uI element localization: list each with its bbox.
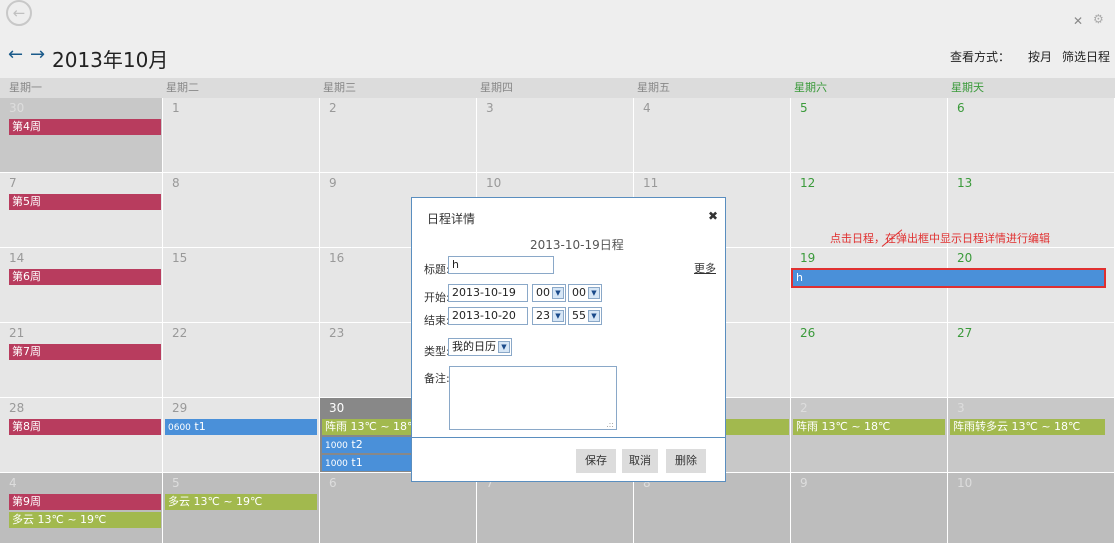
day-cell[interactable]: 22: [163, 323, 320, 398]
event-item[interactable]: 1000 t2: [322, 437, 412, 453]
weather-badge: [726, 419, 789, 435]
day-cell[interactable]: 27: [948, 323, 1115, 398]
start-hour-select[interactable]: 00 ▼: [532, 284, 566, 302]
type-label: 类型:: [424, 345, 450, 358]
day-cell[interactable]: 3: [477, 98, 634, 173]
day-cell[interactable]: 6: [948, 98, 1115, 173]
end-minute-select[interactable]: 55 ▼: [568, 307, 602, 325]
weather-badge: 阵雨 13℃ ~ 18℃: [322, 419, 422, 435]
chevron-down-icon: ▼: [552, 287, 564, 299]
day-cell[interactable]: 10: [948, 473, 1115, 544]
delete-button[interactable]: 删除: [666, 449, 706, 473]
event-item[interactable]: 1000 t1: [322, 455, 412, 471]
day-cell[interactable]: 6: [320, 473, 477, 544]
day-cell[interactable]: 15: [163, 248, 320, 323]
title-input[interactable]: h: [448, 256, 554, 274]
week-label: 第4周: [9, 119, 161, 135]
weather-badge: 阵雨转多云 13℃ ~ 18℃: [950, 419, 1105, 435]
start-minute-select[interactable]: 00 ▼: [568, 284, 602, 302]
window-bar: ← ✕ ⚙: [0, 0, 1115, 34]
note-label: 备注:: [424, 372, 450, 385]
save-button[interactable]: 保存: [576, 449, 616, 473]
week-label: 第6周: [9, 269, 161, 285]
weekday-header: 星期一: [0, 78, 157, 98]
week-label: 第5周: [9, 194, 161, 210]
title-label: 标题:: [424, 263, 450, 276]
right-arrow-icon[interactable]: →: [30, 44, 45, 65]
type-select[interactable]: 我的日历 ▼: [448, 338, 512, 356]
weekday-header: 星期五: [628, 78, 785, 98]
close-icon[interactable]: ✖: [708, 209, 718, 223]
filter-button[interactable]: 筛选日程: [1062, 48, 1110, 65]
dialog-divider: [412, 437, 725, 438]
weekday-header: 星期六: [785, 78, 942, 98]
day-cell[interactable]: 7: [0, 173, 163, 248]
page-title: 2013年10月: [52, 48, 169, 72]
chevron-down-icon: ▼: [552, 310, 564, 322]
start-date-input[interactable]: 2013-10-19: [448, 284, 528, 302]
dialog-title: 日程详情: [427, 212, 476, 226]
day-cell[interactable]: 7: [477, 473, 634, 544]
annotation-text: 点击日程，在弹出框中显示日程详情进行编辑: [830, 232, 1050, 245]
end-date-input[interactable]: 2013-10-20: [448, 307, 528, 325]
day-cell[interactable]: 2: [320, 98, 477, 173]
day-cell[interactable]: 9: [791, 473, 948, 544]
calendar-header: ← → 2013年10月 查看方式： 按月 筛选日程: [0, 34, 1115, 78]
left-arrow-icon[interactable]: ←: [8, 44, 23, 65]
dialog-subtitle: 2013-10-19日程: [530, 238, 624, 252]
more-link[interactable]: 更多: [694, 260, 716, 276]
cancel-button[interactable]: 取消: [622, 449, 658, 473]
day-cell[interactable]: 2: [791, 398, 948, 473]
day-cell[interactable]: 26: [791, 323, 948, 398]
chevron-down-icon: ▼: [588, 310, 600, 322]
day-cell[interactable]: 28: [0, 398, 163, 473]
day-cell[interactable]: 21: [0, 323, 163, 398]
gear-icon[interactable]: ⚙: [1093, 12, 1104, 26]
highlight-box: [791, 268, 1106, 288]
chevron-down-icon: ▼: [498, 341, 510, 353]
event-item[interactable]: 0600 t1: [165, 419, 317, 435]
weather-badge: 多云 13℃ ~ 19℃: [9, 512, 161, 528]
day-cell[interactable]: 4: [634, 98, 791, 173]
back-circle-icon[interactable]: ←: [6, 0, 32, 26]
end-hour-select[interactable]: 23 ▼: [532, 307, 566, 325]
week-label: 第9周: [9, 494, 161, 510]
day-cell[interactable]: 3: [948, 398, 1115, 473]
view-month-button[interactable]: 按月: [1028, 48, 1052, 65]
event-detail-dialog: 日程详情 ✖ 2013-10-19日程 标题: h 更多 开始: 2013-10…: [411, 197, 726, 482]
day-cell[interactable]: 14: [0, 248, 163, 323]
weather-badge: 多云 13℃ ~ 19℃: [165, 494, 317, 510]
weather-badge: 阵雨 13℃ ~ 18℃: [793, 419, 945, 435]
weekday-header: 星期四: [471, 78, 628, 98]
weekday-header: 星期三: [314, 78, 471, 98]
start-label: 开始:: [424, 291, 450, 304]
week-label: 第7周: [9, 344, 161, 360]
end-label: 结束:: [424, 314, 450, 327]
day-cell[interactable]: 5: [791, 98, 948, 173]
chevron-down-icon: ▼: [588, 287, 600, 299]
note-textarea[interactable]: .::: [449, 366, 617, 430]
weekday-header: 星期二: [157, 78, 314, 98]
day-cell[interactable]: 29: [163, 398, 320, 473]
view-mode-label: 查看方式：: [950, 50, 1011, 64]
day-cell[interactable]: 1: [163, 98, 320, 173]
weekday-header: 星期天: [942, 78, 1115, 98]
resize-grip-icon[interactable]: .::: [606, 420, 614, 429]
day-cell[interactable]: 8: [163, 173, 320, 248]
day-cell[interactable]: 30: [0, 98, 163, 173]
close-icon[interactable]: ✕: [1073, 14, 1083, 28]
day-cell[interactable]: 8: [634, 473, 791, 544]
week-label: 第8周: [9, 419, 161, 435]
